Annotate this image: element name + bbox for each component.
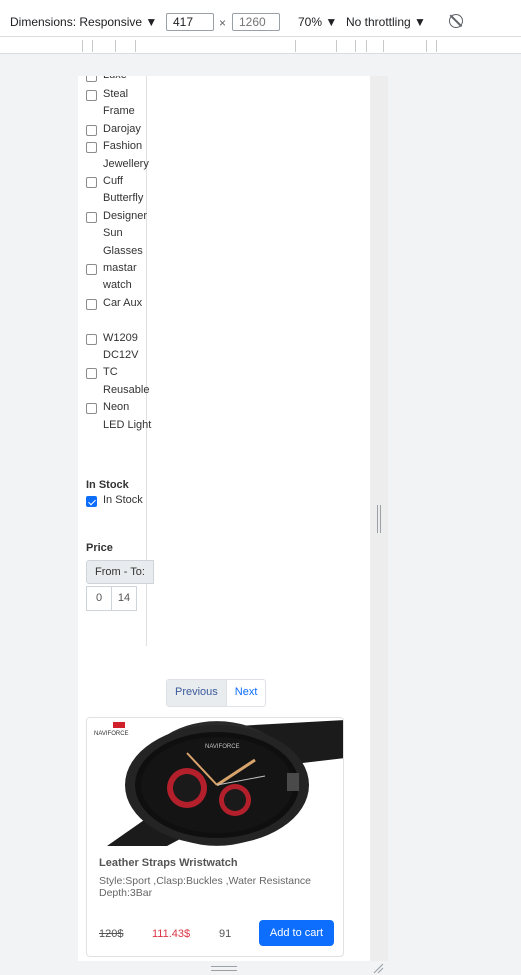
filter-checkbox[interactable] — [86, 368, 97, 380]
filter-item[interactable]: mastar watch — [86, 260, 153, 295]
stock-title: In Stock — [86, 479, 129, 491]
filter-item[interactable]: Car Aux — [86, 295, 153, 312]
filter-label: Darojay — [103, 122, 141, 135]
stock-label: In Stock — [103, 494, 143, 506]
dial-brand-text: NAVIFORCE — [205, 744, 240, 750]
filter-label: Neon LED Light — [103, 401, 152, 431]
filter-label: TC Reusable — [103, 366, 150, 396]
filter-checkbox[interactable] — [86, 142, 97, 154]
sale-price: 111.43$ — [152, 928, 191, 940]
price-range-addon: From - To: — [86, 560, 154, 584]
filter-checkbox[interactable] — [86, 124, 97, 136]
stock-filter[interactable]: In Stock — [86, 492, 153, 509]
filter-label: Steal Frame — [103, 88, 135, 118]
filter-label: Car Aux — [103, 296, 143, 309]
price-to-input[interactable]: 14 — [111, 586, 137, 611]
devtools-toolbar: Dimensions: Responsive ▼ × 70% ▼ No thro… — [0, 0, 521, 36]
zoom-dropdown[interactable]: 70% ▼ — [298, 15, 337, 29]
filter-checkbox[interactable] — [86, 211, 97, 223]
filter-checkbox[interactable] — [86, 264, 97, 275]
next-button[interactable]: Next — [227, 680, 266, 706]
device-viewport: Luxe Steal Frame Darojay Fashion Jewellery C… — [78, 76, 370, 961]
product-title[interactable]: Leather Straps Wristwatch — [99, 857, 238, 869]
stock-quantity: 91 — [219, 928, 232, 940]
times-separator: × — [219, 16, 227, 30]
media-query-ruler — [0, 36, 521, 54]
corner-resize-icon[interactable] — [372, 962, 384, 974]
product-image[interactable]: NAVIFORCE NAVIFORCE — [87, 718, 344, 846]
right-resize-handle-icon[interactable] — [377, 505, 381, 533]
price-title: Price — [86, 542, 113, 554]
filter-item[interactable]: Designer Sun Glasses — [86, 208, 153, 260]
brand-logo-text: NAVIFORCE — [94, 731, 129, 737]
filter-label: Luxe — [103, 76, 153, 84]
filter-item[interactable]: Cuff Butterfly — [86, 173, 153, 208]
filter-checkbox[interactable] — [86, 298, 97, 310]
filter-checkbox[interactable] — [86, 76, 97, 82]
height-input[interactable] — [232, 13, 280, 31]
width-input[interactable] — [166, 13, 214, 31]
filter-label: Cuff Butterfly — [103, 175, 144, 205]
filter-item[interactable]: W1209 DC12V — [86, 330, 153, 365]
product-card: NAVIFORCE NAVIFORCE Leather Straps Wrist… — [86, 717, 344, 957]
filter-item[interactable]: Neon LED Light — [86, 399, 153, 434]
previous-button[interactable]: Previous — [167, 680, 227, 706]
bottom-resize-handle-icon[interactable] — [211, 966, 237, 971]
stock-checkbox[interactable] — [86, 496, 97, 507]
filter-checkbox[interactable] — [86, 333, 97, 345]
filter-label: W1209 DC12V — [103, 331, 139, 361]
add-to-cart-button[interactable]: Add to cart — [259, 920, 334, 946]
filter-item[interactable]: Darojay — [86, 121, 153, 138]
filter-item[interactable]: Fashion Jewellery — [86, 138, 153, 173]
throttling-dropdown[interactable]: No throttling ▼ — [346, 15, 426, 29]
old-price: 120$ — [99, 928, 124, 940]
pagination: Previous Next — [166, 679, 267, 707]
filter-checkbox[interactable] — [86, 177, 97, 188]
filter-item[interactable]: Steal Frame — [86, 86, 153, 121]
dimensions-dropdown[interactable]: Dimensions: Responsive ▼ — [10, 15, 157, 29]
filter-label: Designer Sun Glasses — [103, 209, 148, 257]
product-description: Style:Sport ,Clasp:Buckles ,Water Resist… — [99, 875, 312, 899]
filter-checkbox[interactable] — [86, 90, 97, 101]
filter-item[interactable]: Luxe — [86, 76, 153, 84]
filter-checkbox[interactable] — [86, 403, 97, 415]
rotate-icon[interactable] — [449, 14, 463, 28]
brand-logo-icon — [113, 722, 125, 728]
price-from-input[interactable]: 0 — [86, 586, 112, 611]
filter-item[interactable]: TC Reusable — [86, 364, 153, 399]
filter-label: mastar watch — [103, 262, 137, 292]
filter-label: Fashion Jewellery — [103, 140, 149, 170]
